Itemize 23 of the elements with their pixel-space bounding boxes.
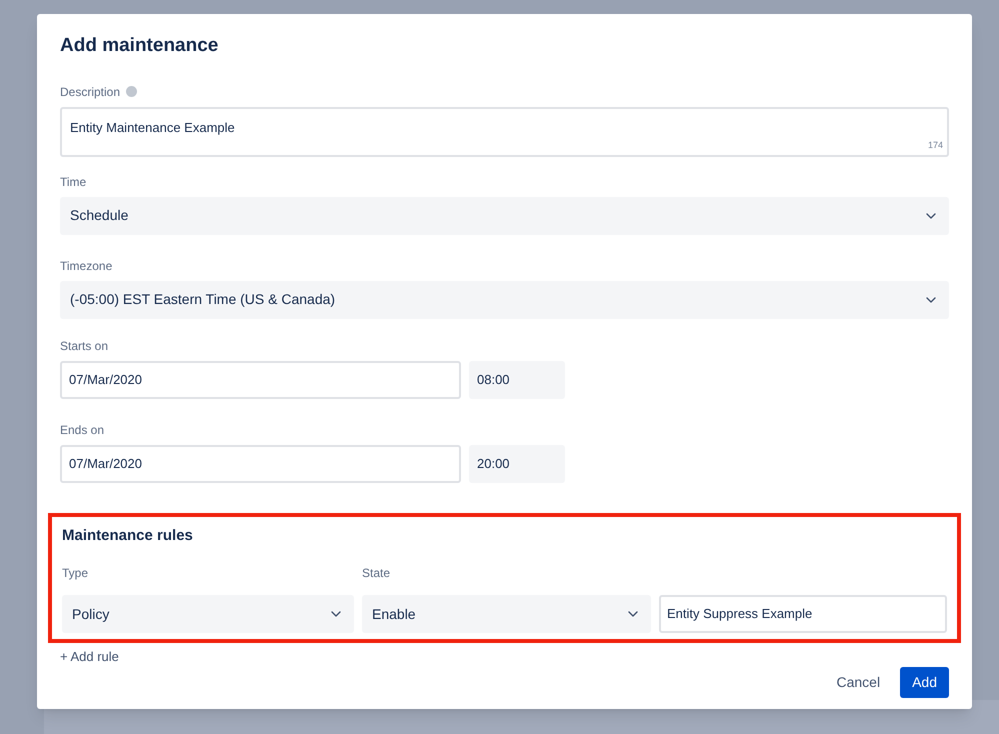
select-field[interactable]: Schedule (60, 196, 949, 234)
field-label: Description (60, 84, 120, 100)
description-field[interactable]: Entity Maintenance Example 174 (60, 106, 949, 156)
field-label: Time (60, 174, 88, 190)
name-field[interactable]: Entity Suppress Example (659, 595, 947, 633)
field-label: State (362, 566, 390, 580)
select-field[interactable]: Policy (62, 595, 354, 633)
character-counter: 174 (928, 139, 943, 152)
add-rule-link[interactable]: + Add rule (60, 647, 119, 666)
date-field[interactable]: 07/Mar/2020 (60, 444, 461, 482)
field-label: Ends on (60, 422, 106, 438)
field-label: Type (62, 566, 88, 580)
select-field[interactable]: Enable (362, 595, 651, 633)
time-field[interactable]: 20:00 (469, 444, 565, 482)
field-label: Starts on (60, 338, 110, 354)
cancel-button[interactable]: Cancel (826, 666, 890, 698)
add-button[interactable]: Add (900, 666, 949, 698)
dialog-title: Add maintenance (60, 34, 220, 58)
select-field[interactable]: (-05:00) EST Eastern Time (US & Canada) (60, 280, 949, 318)
date-field[interactable]: 07/Mar/2020 (60, 360, 461, 398)
section-title: Maintenance rules (62, 526, 194, 546)
field-label: Timezone (60, 258, 114, 274)
time-field[interactable]: 08:00 (469, 360, 565, 398)
